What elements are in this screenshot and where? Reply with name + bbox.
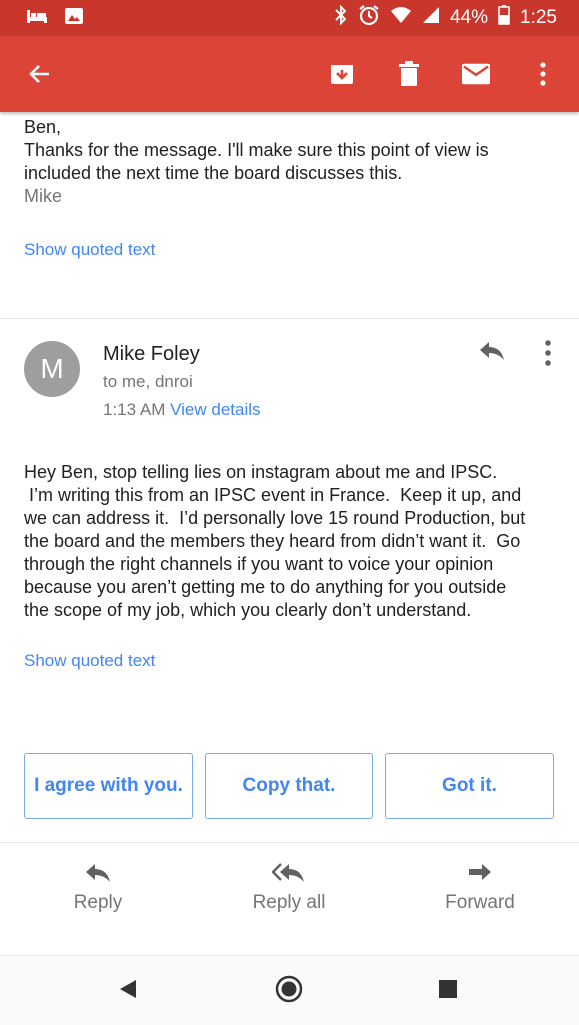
more-vert-icon[interactable] — [529, 60, 557, 88]
archive-icon[interactable] — [328, 60, 356, 88]
reply-icon — [86, 864, 110, 882]
show-quoted-text-link[interactable]: Show quoted text — [24, 240, 155, 260]
nav-overview-icon[interactable] — [438, 979, 458, 999]
battery-icon — [498, 5, 510, 31]
status-bar: 44% 1:25 — [0, 0, 579, 36]
forward-button[interactable]: Forward — [420, 862, 540, 914]
message-line: through the right channels if you want t… — [24, 554, 494, 574]
sender-name: Mike Foley — [103, 343, 200, 365]
nav-back-icon[interactable] — [118, 978, 138, 1000]
mark-unread-icon[interactable] — [462, 60, 490, 88]
message-divider — [0, 318, 579, 319]
reply-all-label: Reply all — [252, 892, 326, 913]
alarm-icon — [358, 4, 380, 32]
message-line: Hey Ben, stop telling lies on instagram … — [24, 462, 498, 482]
message-more-icon[interactable] — [538, 339, 558, 369]
view-details-link[interactable]: View details — [170, 400, 260, 419]
app-bar — [0, 36, 579, 112]
message-line: because you aren’t getting me to do anyt… — [24, 577, 507, 597]
message-line: Ben, — [24, 117, 62, 137]
show-quoted-text-link[interactable]: Show quoted text — [24, 651, 155, 671]
system-nav-bar — [0, 955, 579, 1025]
message-body: Hey Ben, stop telling lies on instagram … — [24, 461, 559, 622]
battery-percent: 44% — [449, 7, 489, 28]
signature: Mike — [24, 186, 63, 206]
forward-label: Forward — [445, 892, 515, 913]
clock-time: 1:25 — [520, 7, 557, 28]
message-line: the board and the members they heard fro… — [24, 531, 521, 551]
wifi-icon — [390, 6, 412, 30]
message-line: I’m writing this from an IPSC event in F… — [24, 485, 522, 505]
smart-reply-button[interactable]: Got it. — [385, 753, 554, 819]
delete-icon[interactable] — [395, 60, 423, 88]
message-line: we can address it. I’d personally love 1… — [24, 508, 526, 528]
nav-home-icon[interactable] — [274, 974, 304, 1004]
message-line: Thanks for the message. I'll make sure t… — [24, 140, 489, 160]
reply-button[interactable]: Reply — [38, 862, 158, 914]
image-icon — [64, 7, 84, 30]
previous-message-body: Ben, Thanks for the message. I'll make s… — [24, 116, 554, 208]
back-arrow-icon[interactable] — [26, 60, 54, 88]
bed-icon — [26, 8, 48, 29]
reply-label: Reply — [73, 892, 123, 913]
bluetooth-icon — [334, 4, 348, 31]
smart-reply-button[interactable]: I agree with you. — [24, 753, 193, 819]
reply-icon[interactable] — [478, 340, 506, 366]
message-time-row: 1:13 AM View details — [103, 400, 261, 420]
forward-icon — [469, 864, 491, 880]
message-line: the scope of my job, which you clearly d… — [24, 600, 472, 620]
signal-icon — [422, 6, 440, 30]
footer-divider — [0, 842, 579, 843]
reply-all-button[interactable]: Reply all — [229, 862, 349, 914]
message-line: included the next time the board discuss… — [24, 163, 403, 183]
message-time: 1:13 AM — [103, 400, 166, 419]
avatar[interactable]: M — [24, 341, 80, 397]
reply-all-icon — [272, 863, 304, 882]
recipients: to me, dnroi — [103, 372, 193, 391]
smart-reply-button[interactable]: Copy that. — [205, 753, 373, 819]
